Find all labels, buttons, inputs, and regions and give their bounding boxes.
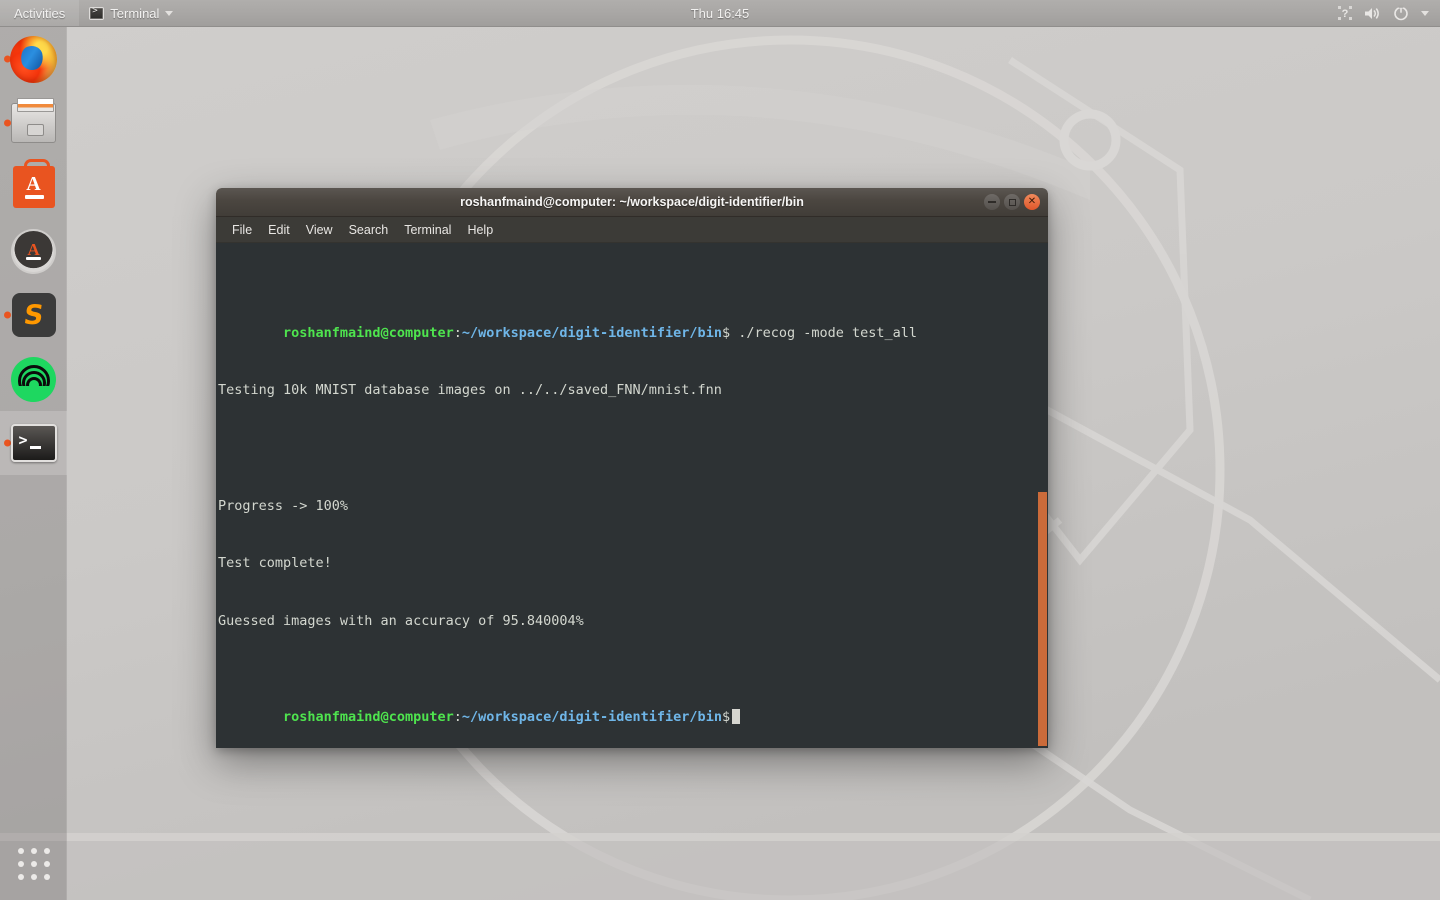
prompt-user-host: roshanfmaind@computer xyxy=(283,324,454,341)
prompt-sigil: $ xyxy=(721,324,731,341)
accessibility-glyph: ? xyxy=(1338,6,1352,20)
terminal-line: Test complete! xyxy=(218,555,332,572)
firefox-icon xyxy=(10,35,57,83)
close-button[interactable]: ✕ xyxy=(1024,194,1040,210)
title-bar[interactable]: roshanfmaind@computer: ~/workspace/digit… xyxy=(216,188,1048,217)
software-icon xyxy=(12,159,55,208)
menu-item-search[interactable]: Search xyxy=(341,221,397,239)
terminal-line: roshanfmaind@computer:~/workspace/digit-… xyxy=(217,305,1048,341)
terminal-cursor xyxy=(732,708,741,724)
dock-item-firefox[interactable] xyxy=(0,27,67,91)
maximize-button[interactable] xyxy=(1004,194,1020,210)
top-panel: Activities Terminal Thu 16:45 ? xyxy=(0,0,1440,27)
menu-bar: File Edit View Search Terminal Help xyxy=(216,217,1048,243)
activities-label: Activities xyxy=(14,5,66,21)
terminal-line: Testing 10k MNIST database images on ../… xyxy=(218,382,722,399)
terminal-scrollbar-thumb[interactable] xyxy=(1038,492,1047,746)
running-indicator-terminal xyxy=(4,439,11,447)
menu-item-help[interactable]: Help xyxy=(459,221,501,239)
system-tray: ? xyxy=(1333,0,1434,26)
prompt-path: ~/workspace/digit-identifier/bin xyxy=(461,324,722,341)
prompt-separator: : xyxy=(453,708,462,725)
terminal-output-area[interactable]: roshanfmaind@computer:~/workspace/digit-… xyxy=(216,243,1048,748)
window-controls: ✕ xyxy=(984,188,1040,216)
menu-item-view[interactable]: View xyxy=(298,221,341,239)
terminal-window[interactable]: roshanfmaind@computer: ~/workspace/digit… xyxy=(216,188,1048,748)
dock xyxy=(0,27,67,900)
terminal-mini-icon xyxy=(89,6,105,20)
volume-icon[interactable] xyxy=(1359,0,1386,26)
spotify-icon xyxy=(11,356,56,402)
prompt-user-host: roshanfmaind@computer xyxy=(283,708,454,725)
updater-icon xyxy=(11,228,56,274)
files-icon xyxy=(11,98,56,143)
terminal-line: Progress -> 100% xyxy=(218,497,349,514)
menu-item-edit[interactable]: Edit xyxy=(260,221,298,239)
app-menu-terminal[interactable]: Terminal xyxy=(79,0,183,26)
dock-item-sublime[interactable] xyxy=(0,283,67,347)
terminal-line: Guessed images with an accuracy of 95.84… xyxy=(218,612,584,629)
tray-chevron-down-icon[interactable] xyxy=(1416,0,1434,26)
running-indicator-sublime xyxy=(4,311,11,319)
prompt-path: ~/workspace/digit-identifier/bin xyxy=(461,708,722,725)
dock-item-files[interactable] xyxy=(0,91,67,155)
speaker-glyph xyxy=(1365,7,1379,19)
terminal-text: roshanfmaind@computer:~/workspace/digit-… xyxy=(216,247,1048,748)
software-icon-bar xyxy=(24,195,44,199)
sublime-icon xyxy=(11,293,56,337)
terminal-line-active: roshanfmaind@computer:~/workspace/digit-… xyxy=(217,689,1048,725)
terminal-command: ./recog -mode test_all xyxy=(730,324,918,341)
maximize-icon xyxy=(1008,198,1016,206)
dock-item-terminal[interactable] xyxy=(0,411,67,475)
activities-button[interactable]: Activities xyxy=(0,0,80,26)
dock-item-software[interactable] xyxy=(0,155,67,219)
accessibility-icon[interactable]: ? xyxy=(1333,0,1357,26)
minimize-icon xyxy=(988,201,996,203)
power-icon[interactable] xyxy=(1388,0,1414,26)
dock-item-spotify[interactable] xyxy=(0,347,67,411)
minimize-button[interactable] xyxy=(984,194,1000,210)
prompt-separator: : xyxy=(453,324,462,341)
running-indicator-files xyxy=(4,119,11,127)
svg-text:?: ? xyxy=(1342,8,1349,20)
close-icon: ✕ xyxy=(1027,196,1037,207)
menu-item-terminal[interactable]: Terminal xyxy=(396,221,459,239)
terminal-icon xyxy=(10,424,57,462)
prompt-sigil: $ xyxy=(721,708,731,725)
terminal-scrollbar[interactable] xyxy=(1035,243,1048,748)
menu-item-file[interactable]: File xyxy=(224,221,260,239)
show-applications-button[interactable] xyxy=(0,834,67,894)
chevron-down-icon xyxy=(165,10,174,16)
updater-icon-bar xyxy=(26,256,41,260)
window-title: roshanfmaind@computer: ~/workspace/digit… xyxy=(460,195,804,209)
app-grid-icon xyxy=(17,848,50,880)
power-glyph xyxy=(1394,5,1408,21)
spotify-mask xyxy=(11,385,56,402)
app-menu-label: Terminal xyxy=(110,5,160,21)
chevron-down-glyph xyxy=(1421,10,1429,16)
dock-item-updater[interactable] xyxy=(0,219,67,283)
panel-clock[interactable]: Thu 16:45 xyxy=(640,6,800,21)
